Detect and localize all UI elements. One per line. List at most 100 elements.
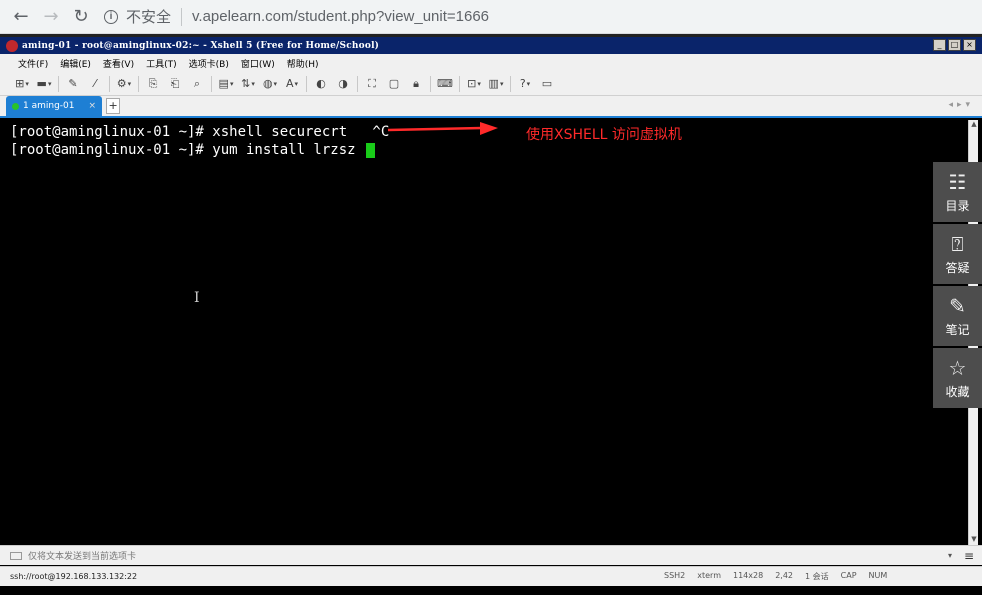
scroll-up-icon[interactable]: ▲	[969, 120, 979, 130]
paste-icon[interactable]: ⎗	[167, 76, 183, 92]
print-icon[interactable]: ▤	[218, 76, 234, 92]
arrow-left-icon: ←	[13, 6, 29, 27]
tab-scroll-icon[interactable]: ◂▸▾	[948, 100, 974, 110]
side-notes-label: 笔记	[945, 322, 970, 337]
back-button[interactable]: ←	[6, 2, 36, 32]
star-icon: ☆	[948, 355, 967, 380]
address-divider	[181, 7, 183, 26]
menu-window[interactable]: 窗口(W)	[241, 57, 275, 70]
side-favorite-button[interactable]: ☆ 收藏	[933, 348, 982, 408]
tab-close-icon[interactable]: ×	[89, 101, 97, 111]
side-catalog-button[interactable]: ☷ 目录	[933, 162, 982, 222]
forward-button[interactable]: →	[36, 2, 66, 32]
tab-bar: 1 aming-01 × + ◂▸▾	[0, 96, 982, 118]
layout-icon[interactable]: ▥	[488, 76, 504, 92]
maximize-button[interactable]: □	[948, 39, 961, 51]
text-cursor-icon: I	[194, 290, 200, 306]
menu-bar: 文件(F) 编辑(E) 查看(V) 工具(T) 选项卡(B) 窗口(W) 帮助(…	[0, 54, 982, 72]
toolbar: ⊞ ▬ ✎ ⁄ ⚙ ⎘ ⎗ ⌕ ▤ ⇅ ◍ A ◐ ◑ ⛶ ▢ 🔒︎ ⌨ ⊡ ▥…	[0, 72, 982, 96]
terminal-line-text: [root@aminglinux-01 ~]# yum install lrzs…	[10, 142, 365, 158]
status-terminal-type: xterm	[697, 571, 721, 580]
side-qa-label: 答疑	[945, 260, 970, 275]
disconnect-icon[interactable]: ⁄	[87, 76, 103, 92]
chat-icon[interactable]: ▭	[539, 76, 555, 92]
menu-help[interactable]: 帮助(H)	[287, 57, 319, 70]
properties-icon[interactable]: ⚙	[116, 76, 132, 92]
url-text[interactable]: v.apelearn.com/student.php?view_unit=166…	[192, 8, 489, 25]
compose-bar[interactable]: 仅将文本发送到当前选项卡 ▾ ≡	[0, 545, 982, 565]
menu-view[interactable]: 查看(V)	[103, 57, 134, 70]
reload-button[interactable]: ↻	[66, 2, 96, 32]
script-icon[interactable]: ◑	[335, 76, 351, 92]
tab-session[interactable]: 1 aming-01 ×	[6, 96, 103, 116]
keyboard-small-icon	[10, 551, 22, 560]
open-folder-icon[interactable]: ▬	[36, 76, 52, 92]
toolbar-divider	[138, 75, 139, 92]
browser-toolbar: ← → ↻ i 不安全 v.apelearn.com/student.php?v…	[0, 0, 982, 34]
reload-icon: ↻	[73, 6, 89, 27]
compose-placeholder: 仅将文本发送到当前选项卡	[28, 552, 137, 562]
globe-icon[interactable]: ◍	[262, 76, 278, 92]
status-num: NUM	[868, 571, 888, 580]
menu-tabs[interactable]: 选项卡(B)	[189, 57, 229, 70]
xftp-icon[interactable]: ◐	[313, 76, 329, 92]
window-titlebar[interactable]: aming-01 - root@aminglinux-02:~ - Xshell…	[0, 34, 982, 54]
terminal-output[interactable]: [root@aminglinux-01 ~]# xshell securecrt…	[6, 120, 968, 545]
annotation-arrow-icon	[387, 122, 498, 135]
status-protocol: SSH2	[664, 571, 686, 580]
side-notes-button[interactable]: ✎ 笔记	[933, 286, 982, 346]
side-catalog-label: 目录	[945, 198, 970, 213]
scroll-down-icon[interactable]: ▼	[969, 535, 979, 545]
info-icon[interactable]: i	[104, 9, 118, 24]
menu-tools[interactable]: 工具(T)	[146, 57, 177, 70]
terminal-line: [root@aminglinux-01 ~]# yum install lrzs…	[10, 141, 968, 159]
connect-icon[interactable]: ✎	[65, 76, 81, 92]
toolbar-divider	[459, 75, 460, 92]
catalog-icon: ☷	[948, 169, 967, 194]
status-cursor-pos: 2,42	[775, 571, 793, 580]
font-icon[interactable]: A	[284, 76, 300, 92]
note-edit-icon: ✎	[949, 293, 966, 318]
connected-status-icon	[12, 102, 19, 110]
copy-icon[interactable]: ⎘	[145, 76, 161, 92]
close-button[interactable]: ×	[963, 39, 976, 51]
compose-menu-icon[interactable]: ≡	[964, 549, 974, 563]
menu-file[interactable]: 文件(F)	[18, 57, 48, 70]
compose-dropdown-icon[interactable]: ▾	[948, 551, 952, 560]
toolbar-divider	[211, 75, 212, 92]
find-icon[interactable]: ⌕	[189, 76, 205, 92]
toolbar-divider	[357, 75, 358, 92]
annotation-text: 使用XSHELL 访问虚拟机	[526, 127, 682, 143]
help-icon[interactable]: ?	[517, 76, 533, 92]
compose-icon[interactable]: ⊡	[466, 76, 482, 92]
toolbar-divider	[58, 75, 59, 92]
lock-icon[interactable]: 🔒︎	[408, 76, 424, 92]
add-tab-button[interactable]: +	[106, 98, 121, 114]
xshell-app-icon	[6, 39, 18, 52]
toolbar-divider	[430, 75, 431, 92]
tab-label: 1 aming-01	[23, 101, 75, 111]
keyboard-icon[interactable]: ⌨	[437, 76, 453, 92]
side-qa-button[interactable]: ⍰ 答疑	[933, 224, 982, 284]
minimize-button[interactable]: _	[933, 39, 946, 51]
side-panel: ☷ 目录 ⍰ 答疑 ✎ 笔记 ☆ 收藏	[933, 162, 982, 410]
transparency-icon[interactable]: ▢	[386, 76, 402, 92]
menu-edit[interactable]: 编辑(E)	[60, 57, 91, 70]
fullscreen-icon[interactable]: ⛶	[364, 76, 380, 92]
question-icon: ⍰	[951, 231, 964, 256]
status-caps: CAP	[840, 571, 857, 580]
arrow-right-icon: →	[43, 6, 59, 27]
transfer-icon[interactable]: ⇅	[240, 76, 256, 92]
address-bar[interactable]: i 不安全 v.apelearn.com/student.php?view_un…	[104, 3, 489, 31]
security-label: 不安全	[126, 9, 172, 26]
toolbar-divider	[109, 75, 110, 92]
toolbar-divider	[306, 75, 307, 92]
status-sessions: 1 会话	[805, 572, 829, 581]
new-session-icon[interactable]: ⊞	[14, 76, 30, 92]
side-favorite-label: 收藏	[945, 384, 970, 399]
status-bar: ssh://root@192.168.133.132:22 SSH2 xterm…	[0, 566, 982, 586]
window-title: aming-01 - root@aminglinux-02:~ - Xshell…	[22, 40, 380, 51]
toolbar-divider	[510, 75, 511, 92]
status-indicators: SSH2 xterm 114x28 2,42 1 会话 CAP NUM	[664, 571, 887, 582]
terminal-cursor	[366, 142, 376, 158]
